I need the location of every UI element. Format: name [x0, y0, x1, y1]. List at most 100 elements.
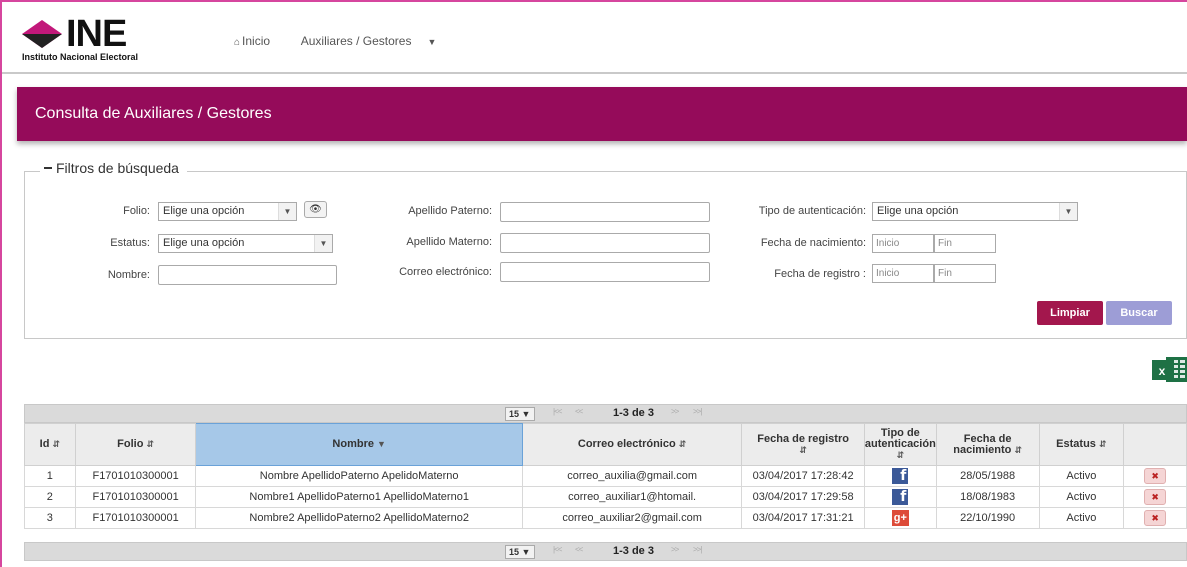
- correo-input[interactable]: [500, 262, 710, 282]
- nombre-label: Nombre:: [107, 269, 150, 281]
- page-size-select[interactable]: 15 ▼: [505, 407, 535, 421]
- page-title-banner: Consulta de Auxiliares / Gestores: [17, 87, 1187, 141]
- col-folio[interactable]: Folio ⇵: [74, 423, 197, 466]
- excel-export-icon[interactable]: x: [1152, 356, 1187, 383]
- nombre-input[interactable]: [158, 265, 337, 285]
- col-estatus[interactable]: Estatus ⇵: [1038, 423, 1125, 466]
- col-fecha-nacimiento[interactable]: Fecha de nacimiento ⇵: [935, 423, 1040, 466]
- col-tipo-auth[interactable]: Tipo de autenticación ⇵: [863, 423, 937, 466]
- fecha-nacimiento-fin[interactable]: Fin: [934, 234, 996, 253]
- apellido-paterno-input[interactable]: [500, 202, 710, 222]
- page-size-select[interactable]: 15 ▼: [505, 545, 535, 559]
- col-nombre[interactable]: Nombre ▼: [195, 423, 523, 466]
- cell-folio: F1701010300001: [74, 486, 197, 508]
- first-page-icon[interactable]: |<<: [553, 407, 562, 416]
- folio-select[interactable]: Elige una opción ▼: [158, 202, 297, 221]
- cell-auth: f: [863, 486, 937, 508]
- eye-icon[interactable]: 👁: [304, 201, 327, 218]
- filters-panel: [24, 171, 1187, 339]
- prev-page-icon[interactable]: <<: [575, 545, 583, 554]
- main-nav: ⌂ Inicio Auxiliares / Gestores ▼: [234, 34, 450, 48]
- facebook-icon: f: [892, 468, 909, 484]
- facebook-icon: f: [892, 489, 909, 505]
- nav-auxiliares-menu[interactable]: Auxiliares / Gestores ▼: [301, 34, 437, 48]
- google-plus-icon: g+: [891, 510, 909, 526]
- cell-correo: correo_auxiliar2@gmail.com: [521, 507, 743, 529]
- cell-auth: g+: [863, 507, 937, 529]
- apellido-materno-label: Apellido Materno:: [406, 236, 492, 248]
- cell-correo: correo_auxilia@gmail.com: [521, 465, 743, 487]
- col-fecha-registro[interactable]: Fecha de registro ⇵: [741, 423, 865, 466]
- caret-down-icon: ▼: [427, 37, 437, 47]
- logo-text: INE: [66, 13, 127, 55]
- pager-bottom: 15 ▼ |<< << 1-3 de 3 >> >>|: [24, 542, 1187, 561]
- col-fecha-nac-label-2: nacimiento: [953, 443, 1012, 456]
- last-page-icon[interactable]: >>|: [693, 545, 702, 554]
- col-correo[interactable]: Correo electrónico ⇵: [521, 423, 743, 466]
- cell-fecha-registro: 03/04/2017 17:31:21: [741, 507, 865, 529]
- chevron-down-icon: ▼: [1059, 203, 1077, 220]
- estatus-select[interactable]: Elige una opción ▼: [158, 234, 333, 253]
- svg-text:x: x: [1159, 364, 1166, 378]
- first-page-icon[interactable]: |<<: [553, 545, 562, 554]
- cell-estatus: Activo: [1038, 486, 1125, 508]
- table-row[interactable]: 2 F1701010300001 Nombre1 ApellidoPaterno…: [24, 486, 1187, 508]
- col-id[interactable]: Id ⇵: [24, 423, 76, 466]
- table-row[interactable]: 1 F1701010300001 Nombre ApellidoPaterno …: [24, 465, 1187, 487]
- fecha-registro-fin[interactable]: Fin: [934, 264, 996, 283]
- nav-auxiliares-label: Auxiliares / Gestores: [300, 34, 412, 48]
- results-table: Id ⇵ Folio ⇵ Nombre ▼ Correo electrónico…: [24, 423, 1187, 529]
- col-id-label: Id: [39, 438, 50, 450]
- cell-nombre: Nombre2 ApellidoPaterno2 ApellidoMaterno…: [195, 507, 523, 529]
- cell-actions: ✖: [1123, 465, 1187, 487]
- col-fecha-registro-label: Fecha de registro: [757, 432, 849, 445]
- col-actions: [1123, 423, 1187, 466]
- fecha-registro-inicio[interactable]: Inicio: [872, 264, 934, 283]
- buscar-button[interactable]: Buscar: [1106, 301, 1172, 325]
- tipo-auth-select[interactable]: Elige una opción ▼: [872, 202, 1078, 221]
- sort-icon: ⇵: [52, 439, 61, 449]
- cell-auth: f: [863, 465, 937, 487]
- page-size-value: 15: [509, 409, 520, 419]
- fecha-registro-label: Fecha de registro :: [774, 268, 866, 280]
- filters-legend[interactable]: Filtros de búsqueda: [40, 160, 187, 176]
- col-nombre-label: Nombre: [332, 438, 374, 450]
- page-title: Consulta de Auxiliares / Gestores: [35, 105, 272, 122]
- pager-count: 1-3 de 3: [613, 407, 654, 419]
- prev-page-icon[interactable]: <<: [575, 407, 583, 416]
- tipo-auth-select-value: Elige una opción: [877, 205, 959, 217]
- ine-logo-icon: [22, 20, 62, 48]
- cell-actions: ✖: [1123, 486, 1187, 508]
- estatus-label: Estatus:: [110, 237, 150, 249]
- cell-id: 2: [24, 486, 76, 508]
- cell-fecha-nacimiento: 18/08/1983: [935, 486, 1040, 508]
- ine-logo[interactable]: INE Instituto Nacional Electoral: [22, 13, 172, 64]
- col-folio-label: Folio: [117, 438, 144, 450]
- next-page-icon[interactable]: >>: [671, 545, 679, 554]
- chevron-down-icon: ▼: [278, 203, 296, 220]
- cell-id: 1: [24, 465, 76, 487]
- apellido-materno-input[interactable]: [500, 233, 710, 253]
- delete-icon[interactable]: ✖: [1144, 489, 1167, 505]
- cell-correo: correo_auxiliar1@htomail.: [521, 486, 743, 508]
- folio-label: Folio:: [123, 205, 150, 217]
- delete-icon[interactable]: ✖: [1144, 468, 1167, 484]
- next-page-icon[interactable]: >>: [671, 407, 679, 416]
- sort-icon: ⇵: [799, 444, 807, 455]
- limpiar-button[interactable]: Limpiar: [1037, 301, 1103, 325]
- delete-icon[interactable]: ✖: [1144, 510, 1167, 526]
- last-page-icon[interactable]: >>|: [693, 407, 702, 416]
- collapse-icon: [44, 166, 52, 169]
- sort-icon: ⇵: [1098, 439, 1107, 449]
- top-navbar: INE Instituto Nacional Electoral ⌂ Inicio…: [2, 2, 1187, 74]
- apellido-paterno-label: Apellido Paterno:: [408, 205, 492, 217]
- table-row[interactable]: 3 F1701010300001 Nombre2 ApellidoPaterno…: [24, 507, 1187, 529]
- fecha-nacimiento-inicio[interactable]: Inicio: [872, 234, 934, 253]
- pager-top: 15 ▼ |<< << 1-3 de 3 >> >>|: [24, 404, 1187, 423]
- nav-home[interactable]: ⌂ Inicio: [234, 34, 284, 48]
- sort-icon: ⇵: [678, 439, 687, 449]
- nav-home-label: Inicio: [242, 34, 271, 48]
- sort-icon: ⇵: [1014, 444, 1022, 455]
- filters-legend-label: Filtros de búsqueda: [56, 160, 179, 176]
- cell-folio: F1701010300001: [74, 507, 197, 529]
